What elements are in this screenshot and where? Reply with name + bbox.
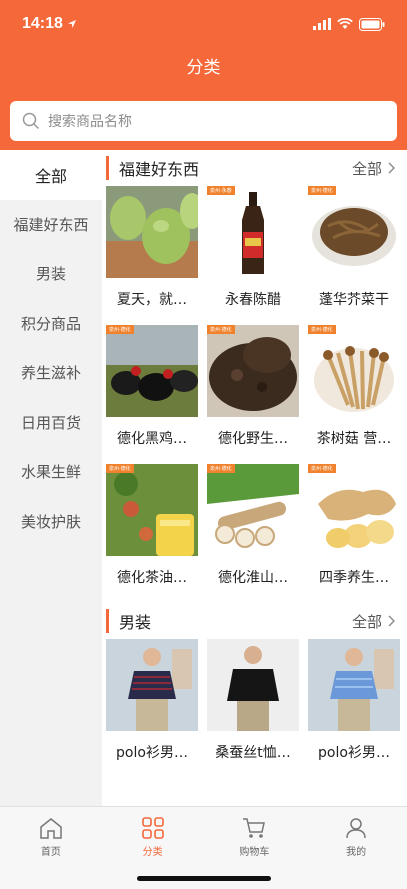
- sidebar-item-fresh[interactable]: 水果生鲜: [0, 447, 102, 497]
- user-icon: [346, 818, 366, 839]
- product-image: 泉州·德化: [106, 325, 198, 417]
- sidebar-item-label: 水果生鲜: [20, 463, 81, 482]
- product-card[interactable]: 泉州·德化 蓬华芥菜干: [308, 186, 400, 325]
- battery-icon: [359, 17, 385, 31]
- product-card[interactable]: 夏天，就…: [106, 186, 198, 325]
- product-image: 泉州·德化: [106, 464, 198, 556]
- origin-tag: 泉州·德化: [308, 464, 336, 473]
- sidebar-item-health[interactable]: 养生滋补: [0, 348, 102, 398]
- status-bar: 14:18: [0, 0, 407, 48]
- sidebar-item-beauty[interactable]: 美妆护肤: [0, 497, 102, 547]
- origin-tag: 泉州·德化: [207, 325, 235, 334]
- origin-tag: 泉州·德化: [106, 325, 134, 334]
- product-name: 德化黑鸡…: [117, 431, 187, 447]
- tab-label: 首页: [40, 847, 61, 858]
- product-name: 四季养生…: [319, 570, 389, 586]
- sidebar-item-label: 日用百货: [20, 413, 81, 432]
- search-input[interactable]: 搜索商品名称: [10, 101, 397, 141]
- product-card[interactable]: 泉州·德化 茶树菇 营…: [308, 325, 400, 464]
- view-all-link[interactable]: 全部: [352, 611, 395, 632]
- search-placeholder: 搜索商品名称: [48, 114, 132, 130]
- product-card[interactable]: 泉州·德化 德化黑鸡…: [106, 325, 198, 464]
- product-card[interactable]: 泉州·永春 永春陈醋: [207, 186, 299, 325]
- product-card[interactable]: polo衫男…: [106, 639, 198, 778]
- product-image: 泉州·德化: [207, 325, 299, 417]
- tab-profile[interactable]: 我的: [305, 807, 407, 889]
- product-image: 泉州·德化: [308, 186, 400, 278]
- product-name: 蓬华芥菜干: [319, 292, 389, 308]
- home-icon: [40, 818, 62, 839]
- product-card[interactable]: polo衫男…: [308, 639, 400, 778]
- sidebar-item-daily[interactable]: 日用百货: [0, 398, 102, 448]
- signal-icon: [313, 18, 331, 30]
- product-content: 福建好东西 全部 夏天，就… 泉州·永春 永春陈醋 泉州·德化 蓬华芥菜干 泉州…: [102, 150, 407, 806]
- section-header-menswear: 男装 全部: [102, 603, 407, 639]
- chevron-right-icon: [388, 162, 395, 174]
- tab-home[interactable]: 首页: [0, 807, 102, 889]
- product-image: [106, 639, 198, 731]
- sidebar-item-label: 养生滋补: [20, 364, 81, 383]
- product-name: polo衫男…: [116, 745, 188, 761]
- product-image: [207, 639, 299, 731]
- location-arrow-icon: [67, 20, 76, 28]
- time-text: 14:18: [22, 15, 63, 32]
- wifi-icon: [337, 18, 353, 29]
- origin-tag: 泉州·德化: [207, 464, 235, 473]
- sidebar-item-label: 全部: [34, 166, 67, 186]
- product-card[interactable]: 泉州·德化 德化野生…: [207, 325, 299, 464]
- product-card[interactable]: 泉州·德化 德化淮山…: [207, 464, 299, 603]
- cart-icon: [243, 818, 266, 838]
- product-image: 泉州·德化: [308, 464, 400, 556]
- product-grid: polo衫男… 桑蚕丝t恤… polo衫男…: [102, 639, 407, 778]
- product-image: 泉州·永春: [207, 186, 299, 278]
- sidebar-item-fujian[interactable]: 福建好东西: [0, 200, 102, 250]
- sidebar-item-label: 男装: [35, 265, 66, 284]
- status-time: 14:18: [22, 15, 77, 33]
- sidebar-item-label: 积分商品: [20, 314, 81, 333]
- product-name: polo衫男…: [318, 745, 390, 761]
- product-name: 茶树菇 营…: [316, 431, 392, 447]
- section-title: 男装: [102, 609, 151, 633]
- status-icons: [313, 17, 385, 31]
- product-image: [106, 186, 198, 278]
- product-card[interactable]: 泉州·德化 四季养生…: [308, 464, 400, 603]
- origin-tag: 泉州·永春: [207, 186, 235, 195]
- product-grid: 夏天，就… 泉州·永春 永春陈醋 泉州·德化 蓬华芥菜干 泉州·德化 德化黑鸡……: [102, 186, 407, 603]
- section-header-fujian: 福建好东西 全部: [102, 150, 407, 186]
- tab-label: 我的: [346, 847, 367, 858]
- product-image: 泉州·德化: [207, 464, 299, 556]
- product-card[interactable]: 泉州·德化 德化茶油…: [106, 464, 198, 603]
- category-icon: [141, 817, 164, 839]
- product-name: 德化淮山…: [218, 570, 288, 586]
- origin-tag: 泉州·德化: [106, 464, 134, 473]
- product-image: [308, 639, 400, 731]
- product-name: 永春陈醋: [225, 292, 281, 308]
- category-sidebar: 全部 福建好东西 男装 积分商品 养生滋补 日用百货 水果生鲜 美妆护肤: [0, 150, 102, 806]
- view-all-link[interactable]: 全部: [352, 158, 395, 179]
- sidebar-item-menswear[interactable]: 男装: [0, 249, 102, 299]
- page-title: 分类: [186, 58, 221, 78]
- view-all-label: 全部: [351, 159, 382, 178]
- section-title: 福建好东西: [102, 156, 199, 180]
- origin-tag: 泉州·德化: [308, 186, 336, 195]
- tab-label: 购物车: [239, 847, 270, 858]
- tab-label: 分类: [142, 847, 163, 858]
- sidebar-item-points[interactable]: 积分商品: [0, 299, 102, 349]
- sidebar-item-label: 福建好东西: [13, 215, 89, 234]
- product-name: 桑蚕丝t恤…: [215, 745, 291, 761]
- product-name: 德化野生…: [218, 431, 288, 447]
- view-all-label: 全部: [351, 612, 382, 631]
- origin-tag: 泉州·德化: [308, 325, 336, 334]
- product-image: 泉州·德化: [308, 325, 400, 417]
- sidebar-item-label: 美妆护肤: [20, 512, 81, 531]
- product-name: 夏天，就…: [117, 292, 187, 308]
- product-card[interactable]: 桑蚕丝t恤…: [207, 639, 299, 778]
- product-name: 德化茶油…: [117, 570, 187, 586]
- search-icon: [22, 112, 40, 130]
- chevron-right-icon: [388, 615, 395, 627]
- home-indicator: [137, 876, 271, 881]
- sidebar-item-all[interactable]: 全部: [0, 150, 102, 200]
